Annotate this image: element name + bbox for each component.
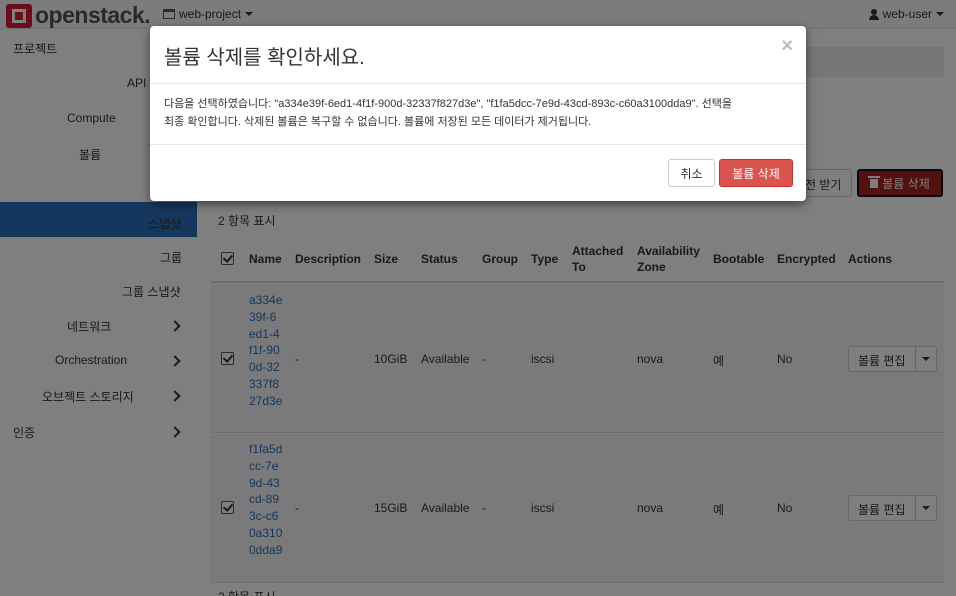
cancel-button[interactable]: 취소: [668, 159, 715, 187]
close-icon[interactable]: ×: [781, 35, 793, 58]
modal-body: 다음을 선택하였습니다: "a334e39f-6ed1-4f1f-900d-32…: [164, 95, 794, 131]
modal-footer: 취소 볼륨 삭제: [150, 144, 806, 201]
delete-volume-confirm-dialog: 볼륨 삭제를 확인하세요. × 다음을 선택하였습니다: "a334e39f-6…: [150, 26, 806, 201]
confirm-delete-button[interactable]: 볼륨 삭제: [719, 159, 793, 187]
modal-message-line2: 최종 확인합니다. 삭제된 볼륨은 복구할 수 없습니다. 볼륨에 저장된 모든…: [164, 116, 592, 128]
modal-title: 볼륨 삭제를 확인하세요.: [164, 47, 365, 69]
modal-header: 볼륨 삭제를 확인하세요. ×: [150, 26, 806, 84]
modal-message-line1: 다음을 선택하였습니다: "a334e39f-6ed1-4f1f-900d-32…: [164, 98, 732, 110]
